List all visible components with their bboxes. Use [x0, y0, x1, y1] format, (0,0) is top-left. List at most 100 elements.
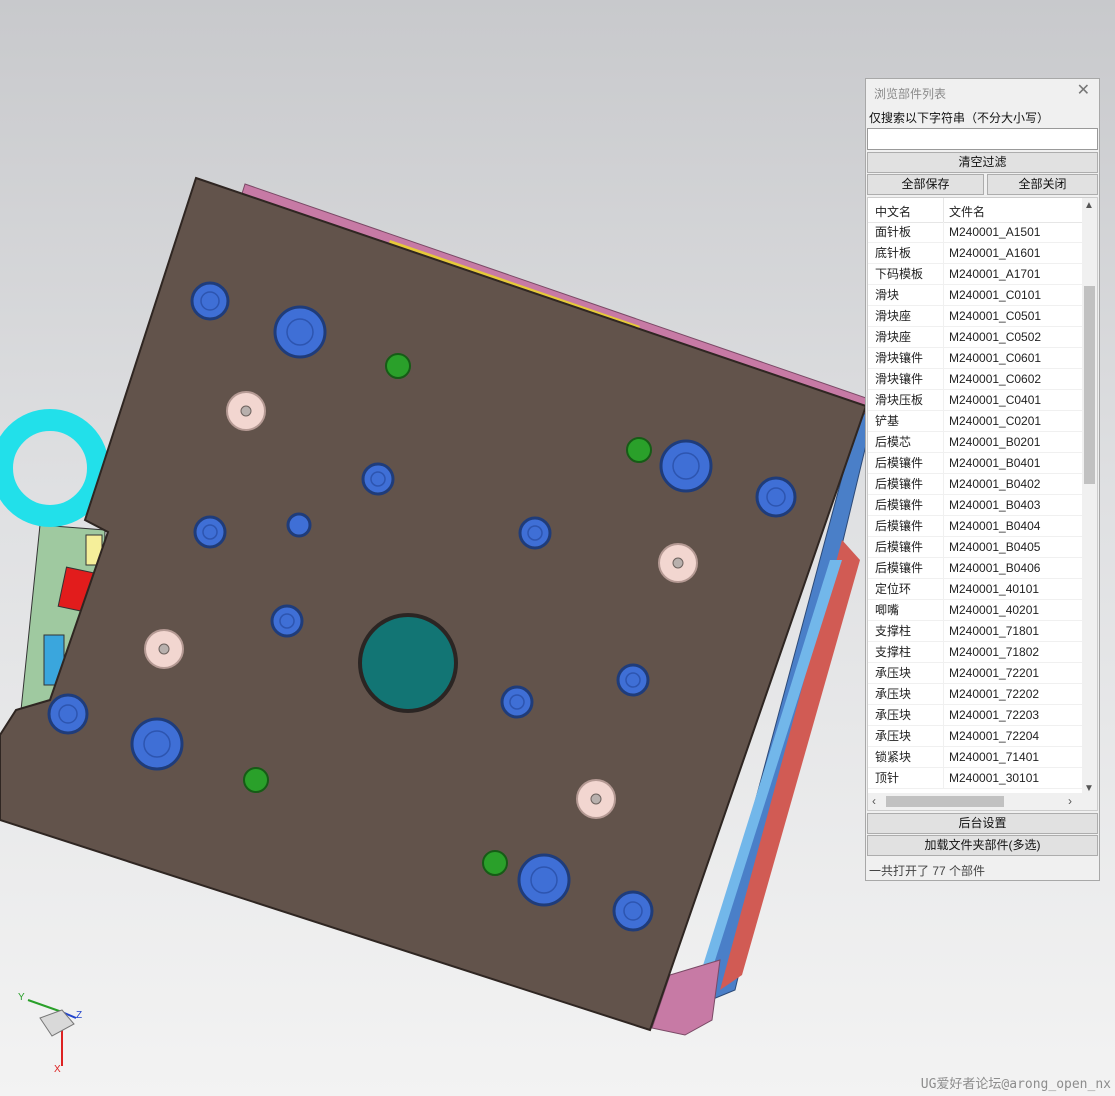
list-item[interactable]: 铲基 M240001_C0201 [868, 411, 1083, 432]
column-header-name[interactable]: 中文名 [875, 203, 943, 220]
column-divider [943, 516, 944, 537]
part-chinese-name: 后模镶件 [875, 540, 924, 554]
list-item[interactable]: 滑块 M240001_C0101 [868, 285, 1083, 306]
part-chinese-name: 滑块镶件 [875, 372, 924, 386]
part-chinese-name: 定位环 [875, 582, 912, 596]
sprue-hole [358, 613, 458, 713]
part-chinese-name: 底针板 [875, 246, 912, 260]
list-item[interactable]: 承压块 M240001_72201 [868, 663, 1083, 684]
column-divider [943, 558, 944, 579]
column-divider [943, 747, 944, 768]
scroll-right-icon[interactable]: › [1068, 794, 1072, 808]
list-item[interactable]: 支撑柱 M240001_71802 [868, 642, 1083, 663]
list-item[interactable]: 滑块压板 M240001_C0401 [868, 390, 1083, 411]
status-text: 一共打开了 77 个部件 [869, 864, 986, 878]
search-input[interactable] [867, 128, 1098, 150]
part-file-name: M240001_C0101 [949, 288, 1042, 302]
column-divider [943, 495, 944, 516]
browse-parts-panel: 浏览部件列表 ✕ 仅搜索以下字符串（不分大小写） 清空过滤 全部保存 全部关闭 … [865, 78, 1100, 881]
list-item[interactable]: 后模镶件 M240001_B0401 [868, 453, 1083, 474]
list-item[interactable]: 后模镶件 M240001_B0405 [868, 537, 1083, 558]
list-item[interactable]: 后模镶件 M240001_B0403 [868, 495, 1083, 516]
part-file-name: M240001_71401 [949, 750, 1040, 764]
column-divider [943, 390, 944, 411]
axis-label-z: Z [76, 1010, 83, 1021]
axis-triad [27, 999, 77, 1066]
column-divider [943, 663, 944, 684]
part-file-name: M240001_A1701 [949, 267, 1041, 281]
part-file-name: M240001_B0406 [949, 561, 1041, 575]
part-chinese-name: 滑块座 [875, 330, 912, 344]
list-item[interactable]: 滑块镶件 M240001_C0602 [868, 369, 1083, 390]
save-all-button[interactable]: 全部保存 [867, 174, 984, 195]
part-file-name: M240001_B0403 [949, 498, 1041, 512]
locating-ring [0, 409, 109, 527]
list-item[interactable]: 后模镶件 M240001_B0404 [868, 516, 1083, 537]
column-divider [943, 768, 944, 789]
list-item[interactable]: 底针板 M240001_A1601 [868, 243, 1083, 264]
column-divider [943, 243, 944, 264]
list-item[interactable]: 支撑柱 M240001_71801 [868, 621, 1083, 642]
close-icon[interactable]: ✕ [1077, 83, 1090, 99]
part-chinese-name: 铲基 [875, 414, 900, 428]
column-divider [943, 726, 944, 747]
part-file-name: M240001_C0602 [949, 372, 1042, 386]
column-divider [943, 432, 944, 453]
column-divider [943, 264, 944, 285]
part-file-name: M240001_71801 [949, 624, 1040, 638]
column-divider [943, 579, 944, 600]
column-header-file[interactable]: 文件名 [949, 203, 1079, 220]
part-file-name: M240001_72201 [949, 666, 1040, 680]
vertical-scrollbar[interactable]: ▲ ▼ [1082, 198, 1097, 794]
part-chinese-name: 承压块 [875, 729, 912, 743]
list-item[interactable]: 后模镶件 M240001_B0406 [868, 558, 1083, 579]
list-item[interactable]: 下码模板 M240001_A1701 [868, 264, 1083, 285]
close-all-button[interactable]: 全部关闭 [987, 174, 1098, 195]
list-item[interactable]: 承压块 M240001_72203 [868, 705, 1083, 726]
axis-label-y: Y [18, 992, 25, 1003]
vertical-scroll-thumb[interactable] [1084, 286, 1095, 484]
search-label: 仅搜索以下字符串（不分大小写） [869, 111, 1050, 125]
column-divider [943, 306, 944, 327]
part-chinese-name: 后模镶件 [875, 498, 924, 512]
list-item[interactable]: 后模芯 M240001_B0201 [868, 432, 1083, 453]
list-item[interactable]: 面针板 M240001_A1501 [868, 222, 1083, 243]
part-chinese-name: 唧嘴 [875, 603, 900, 617]
list-item[interactable]: 后模镶件 M240001_B0402 [868, 474, 1083, 495]
horizontal-scrollbar[interactable]: ‹ › [868, 793, 1097, 810]
column-divider [943, 705, 944, 726]
scroll-up-icon[interactable]: ▲ [1084, 200, 1094, 211]
part-file-name: M240001_B0404 [949, 519, 1041, 533]
part-file-name: M240001_C0601 [949, 351, 1042, 365]
background-settings-button[interactable]: 后台设置 [867, 813, 1098, 834]
list-item[interactable]: 承压块 M240001_72202 [868, 684, 1083, 705]
part-chinese-name: 滑块镶件 [875, 351, 924, 365]
list-item[interactable]: 承压块 M240001_72204 [868, 726, 1083, 747]
axis-label-x: X [54, 1064, 61, 1075]
scroll-left-icon[interactable]: ‹ [872, 794, 876, 808]
part-chinese-name: 滑块压板 [875, 393, 924, 407]
list-item[interactable]: 滑块座 M240001_C0502 [868, 327, 1083, 348]
list-item[interactable]: 定位环 M240001_40101 [868, 579, 1083, 600]
part-file-name: M240001_72204 [949, 729, 1040, 743]
part-file-name: M240001_B0405 [949, 540, 1041, 554]
part-file-name: M240001_B0402 [949, 477, 1041, 491]
part-chinese-name: 下码模板 [875, 267, 924, 281]
load-folder-parts-button[interactable]: 加载文件夹部件(多选) [867, 835, 1098, 856]
part-file-name: M240001_C0502 [949, 330, 1042, 344]
horizontal-scroll-thumb[interactable] [886, 796, 1004, 807]
list-item[interactable]: 锁紧块 M240001_71401 [868, 747, 1083, 768]
list-item[interactable]: 滑块镶件 M240001_C0601 [868, 348, 1083, 369]
column-divider [943, 285, 944, 306]
part-chinese-name: 后模芯 [875, 435, 912, 449]
part-file-name: M240001_A1501 [949, 225, 1041, 239]
list-item[interactable]: 唧嘴 M240001_40201 [868, 600, 1083, 621]
list-item[interactable]: 滑块座 M240001_C0501 [868, 306, 1083, 327]
part-chinese-name: 后模镶件 [875, 519, 924, 533]
parts-list[interactable]: 中文名 文件名 面针板 M240001_A1501 底针板 M240001_A1601… [867, 197, 1098, 811]
column-divider [943, 537, 944, 558]
list-item[interactable]: 顶针 M240001_30101 [868, 768, 1083, 789]
panel-title: 浏览部件列表 [874, 87, 947, 101]
clear-filter-button[interactable]: 清空过滤 [867, 152, 1098, 173]
column-divider [943, 369, 944, 390]
